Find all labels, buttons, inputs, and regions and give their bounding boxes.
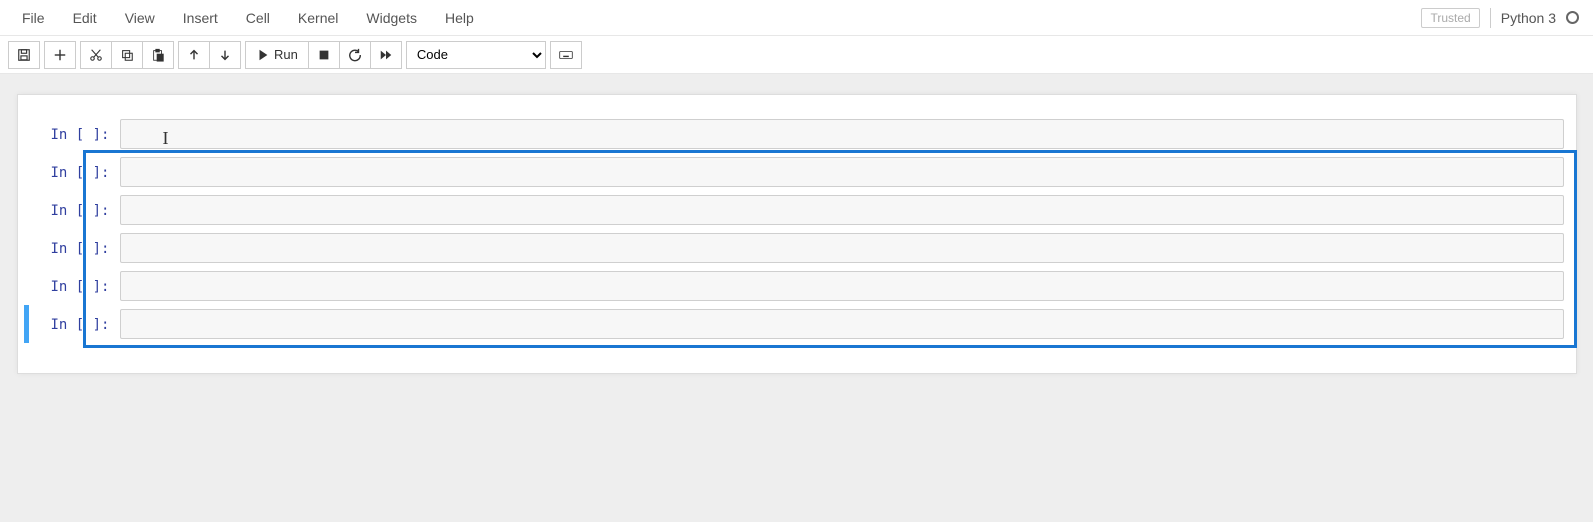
menu-view[interactable]: View — [111, 2, 169, 34]
notebook-container: In [ ]:IIn [ ]:In [ ]:In [ ]:In [ ]:In [… — [17, 94, 1577, 374]
arrow-down-icon — [218, 48, 232, 62]
interrupt-button[interactable] — [309, 41, 340, 69]
paste-button[interactable] — [143, 41, 174, 69]
arrow-up-icon — [187, 48, 201, 62]
cut-button[interactable] — [80, 41, 112, 69]
menu-edit[interactable]: Edit — [59, 2, 111, 34]
cell-prompt: In [ ]: — [30, 309, 120, 333]
restart-run-all-button[interactable] — [371, 41, 402, 69]
menu-insert[interactable]: Insert — [169, 2, 232, 34]
cell-input[interactable] — [120, 233, 1564, 263]
save-icon — [17, 48, 31, 62]
plus-icon — [53, 48, 67, 62]
cell-input[interactable] — [120, 157, 1564, 187]
menubar: File Edit View Insert Cell Kernel Widget… — [0, 0, 1593, 36]
code-cell[interactable]: In [ ]: — [22, 191, 1572, 229]
cell-input[interactable] — [120, 309, 1564, 339]
insert-cell-button[interactable] — [44, 41, 76, 69]
trusted-indicator[interactable]: Trusted — [1421, 8, 1479, 28]
kernel-name[interactable]: Python 3 — [1501, 10, 1556, 26]
move-down-button[interactable] — [210, 41, 241, 69]
restart-button[interactable] — [340, 41, 371, 69]
cell-prompt: In [ ]: — [30, 119, 120, 143]
save-button[interactable] — [8, 41, 40, 69]
code-cell[interactable]: In [ ]: — [22, 305, 1572, 343]
code-cell[interactable]: In [ ]: I — [22, 115, 1572, 153]
cut-icon — [89, 48, 103, 62]
cell-input[interactable] — [120, 195, 1564, 225]
copy-button[interactable] — [112, 41, 143, 69]
run-label: Run — [274, 47, 298, 62]
command-palette-button[interactable] — [550, 41, 582, 69]
move-up-button[interactable] — [178, 41, 210, 69]
page-area: In [ ]:IIn [ ]:In [ ]:In [ ]:In [ ]:In [… — [0, 74, 1593, 522]
menu-file[interactable]: File — [8, 2, 59, 34]
cell-input[interactable]: I — [120, 119, 1564, 149]
menu-kernel[interactable]: Kernel — [284, 2, 352, 34]
paste-icon — [151, 48, 165, 62]
text-cursor-icon: I — [163, 128, 169, 149]
run-button[interactable]: Run — [245, 41, 309, 69]
code-cell[interactable]: In [ ]: — [22, 267, 1572, 305]
restart-icon — [348, 48, 362, 62]
menu-widgets[interactable]: Widgets — [352, 2, 431, 34]
divider — [1490, 8, 1491, 28]
cell-input[interactable] — [120, 271, 1564, 301]
code-cell[interactable]: In [ ]: — [22, 229, 1572, 267]
play-icon — [256, 48, 270, 62]
cell-prompt: In [ ]: — [30, 157, 120, 181]
cell-prompt: In [ ]: — [30, 233, 120, 257]
cell-prompt: In [ ]: — [30, 271, 120, 295]
cell-prompt: In [ ]: — [30, 195, 120, 219]
menu-help[interactable]: Help — [431, 2, 488, 34]
fast-forward-icon — [379, 48, 393, 62]
code-cell[interactable]: In [ ]: — [22, 153, 1572, 191]
kernel-idle-icon[interactable] — [1566, 11, 1579, 24]
cell-type-select[interactable]: Code — [406, 41, 546, 69]
menu-cell[interactable]: Cell — [232, 2, 284, 34]
keyboard-icon — [559, 48, 573, 62]
toolbar: Run Code — [0, 36, 1593, 74]
stop-icon — [317, 48, 331, 62]
copy-icon — [120, 48, 134, 62]
